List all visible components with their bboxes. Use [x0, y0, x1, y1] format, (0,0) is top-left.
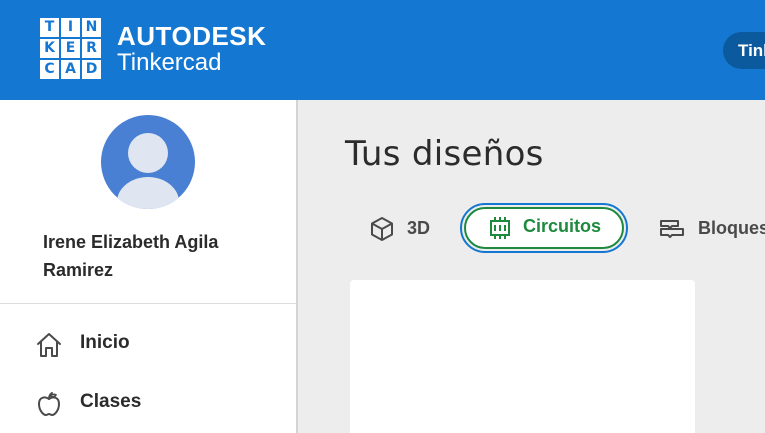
- tab-bloques[interactable]: Bloques: [658, 203, 765, 253]
- header-pill-button[interactable]: Tinkercad: [723, 32, 765, 69]
- avatar-head: [128, 133, 168, 173]
- sidebar: Irene Elizabeth Agila Ramirez Inicio Cla…: [0, 100, 298, 433]
- logo-letter: R: [82, 39, 101, 58]
- sidebar-item-label: Inicio: [80, 332, 130, 353]
- page-title: Tus diseños: [345, 134, 544, 174]
- avatar-body: [117, 177, 179, 209]
- sidebar-item-clases[interactable]: Clases: [0, 377, 296, 427]
- logo-letter: N: [82, 18, 101, 37]
- brand-product: Tinkercad: [117, 49, 222, 76]
- logo-letter: A: [61, 60, 80, 79]
- sidebar-item-inicio[interactable]: Inicio: [0, 318, 296, 368]
- logo-letter: K: [40, 39, 59, 58]
- sidebar-divider: [0, 303, 296, 304]
- apple-icon: [38, 392, 60, 416]
- tab-3d[interactable]: 3D: [368, 203, 448, 253]
- logo-letter: E: [61, 39, 80, 58]
- tab-circuitos[interactable]: Circuitos: [460, 203, 628, 253]
- logo-letter: D: [82, 60, 101, 79]
- logo-letter: C: [40, 60, 59, 79]
- logo-letter: T: [40, 18, 59, 37]
- tab-label: Circuitos: [523, 216, 602, 236]
- chip-icon: [490, 217, 510, 239]
- avatar[interactable]: [101, 115, 195, 209]
- logo-letter: I: [61, 18, 80, 37]
- brand-company: AUTODESK: [117, 21, 267, 51]
- home-icon: [37, 333, 61, 357]
- sidebar-item-label: Clases: [80, 391, 142, 412]
- blocks-icon: [660, 220, 684, 238]
- tab-label: 3D: [407, 218, 431, 238]
- user-name: Irene Elizabeth Agila Ramirez: [43, 232, 219, 280]
- tab-label: Bloques: [698, 218, 765, 238]
- tinkercad-logo[interactable]: T I N K E R C A D: [40, 18, 101, 80]
- cube-icon: [371, 217, 393, 241]
- top-header: T I N K E R C A D AUTODESK Tinkercad Tin…: [0, 0, 765, 100]
- design-card[interactable]: [350, 280, 695, 433]
